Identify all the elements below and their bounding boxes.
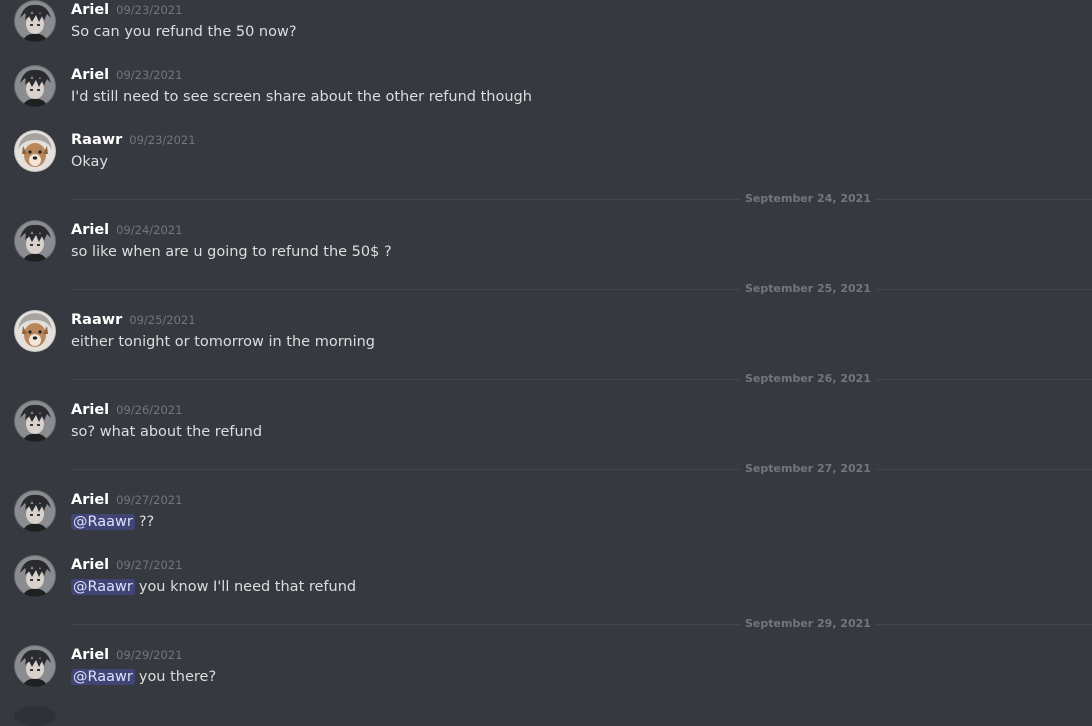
date-divider: September 24, 2021 [71, 193, 1092, 205]
message: Ariel 09/24/2021 so like when are u going… [0, 220, 1092, 278]
divider-line [71, 379, 1092, 380]
message-timestamp: 09/23/2021 [129, 133, 196, 147]
message-author[interactable]: Ariel 09/27/2021 [71, 556, 182, 574]
message-timestamp: 09/29/2021 [116, 648, 183, 662]
ariel-avatar-icon[interactable] [14, 220, 56, 262]
author-name[interactable]: Ariel [71, 647, 109, 663]
message: Ariel 09/26/2021 so? what about the refun… [0, 400, 1092, 458]
message-timestamp: 09/26/2021 [116, 403, 183, 417]
message-content: so like when are u going to refund the 5… [71, 244, 392, 260]
divider-date: September 25, 2021 [740, 283, 876, 295]
date-divider: September 29, 2021 [71, 618, 1092, 630]
message-author[interactable]: Ariel 09/24/2021 [71, 221, 182, 239]
message-text: Okay [71, 152, 108, 172]
message-timestamp: 09/27/2021 [116, 493, 183, 507]
message-content: I'd still need to see screen share about… [71, 89, 532, 105]
message-author[interactable]: Ariel 09/26/2021 [71, 401, 182, 419]
author-name[interactable]: Ariel [71, 222, 109, 238]
divider-date: September 26, 2021 [740, 373, 876, 385]
message-content: So can you refund the 50 now? [71, 24, 297, 40]
date-divider: September 25, 2021 [71, 283, 1092, 295]
message-text: @Raawr you there? [71, 667, 216, 687]
message-content: you there? [138, 669, 217, 685]
date-divider: September 27, 2021 [71, 463, 1092, 475]
author-name[interactable]: Ariel [71, 557, 109, 573]
message-author[interactable]: Ariel 09/23/2021 [71, 1, 182, 19]
message-timestamp: 09/23/2021 [116, 68, 183, 82]
message: Ariel 09/23/2021 I'd still need to see sc… [0, 65, 1092, 123]
message: Raawr 09/25/2021 either tonight or tomorr… [0, 310, 1092, 368]
author-name[interactable]: Ariel [71, 2, 109, 18]
divider-line [71, 199, 1092, 200]
message: Ariel 09/27/2021 @Raawr you know I'll need… [0, 555, 1092, 613]
message: Ariel 09/23/2021 So can you refund the 50… [0, 0, 1092, 58]
message-content: ?? [138, 514, 155, 530]
author-name[interactable]: Ariel [71, 402, 109, 418]
user-mention[interactable]: @Raawr [71, 514, 135, 530]
ariel-avatar-icon[interactable] [14, 65, 56, 107]
message-author[interactable]: Raawr 09/23/2021 [71, 131, 196, 149]
message-text: So can you refund the 50 now? [71, 22, 297, 42]
ariel-avatar-icon[interactable] [14, 645, 56, 687]
message-author[interactable]: Raawr 09/25/2021 [71, 311, 196, 329]
message-timestamp: 09/24/2021 [116, 223, 183, 237]
message-text: I'd still need to see screen share about… [71, 87, 532, 107]
message-content: so? what about the refund [71, 424, 263, 440]
ariel-avatar-icon[interactable] [14, 490, 56, 532]
author-name[interactable]: Raawr [71, 132, 122, 148]
message-text: @Raawr?? [71, 512, 154, 532]
chat-messages: Ariel 09/23/2021 So can you refund the 50… [0, 0, 1092, 726]
user-mention[interactable]: @Raawr [71, 579, 135, 595]
divider-line [71, 289, 1092, 290]
divider-date: September 27, 2021 [740, 463, 876, 475]
ariel-avatar-icon[interactable] [14, 400, 56, 442]
message-text: @Raawr you know I'll need that refund [71, 577, 356, 597]
divider-line [71, 624, 1092, 625]
next-message-avatar-icon [14, 706, 56, 726]
ariel-avatar-icon[interactable] [14, 0, 56, 42]
message-text: so like when are u going to refund the 5… [71, 242, 392, 262]
author-name[interactable]: Raawr [71, 312, 122, 328]
message-content: either tonight or tomorrow in the mornin… [71, 334, 376, 350]
ariel-avatar-icon[interactable] [14, 555, 56, 597]
divider-line [71, 469, 1092, 470]
message-timestamp: 09/23/2021 [116, 3, 183, 17]
raawr-avatar-icon[interactable] [14, 130, 56, 172]
message-author[interactable]: Ariel 09/23/2021 [71, 66, 182, 84]
divider-date: September 24, 2021 [740, 193, 876, 205]
message-text: so? what about the refund [71, 422, 262, 442]
message-timestamp: 09/27/2021 [116, 558, 183, 572]
author-name[interactable]: Ariel [71, 67, 109, 83]
message-author[interactable]: Ariel 09/29/2021 [71, 646, 182, 664]
message-timestamp: 09/25/2021 [129, 313, 196, 327]
message-text: either tonight or tomorrow in the mornin… [71, 332, 375, 352]
message: Ariel 09/27/2021 @Raawr?? [0, 490, 1092, 548]
message-author[interactable]: Ariel 09/27/2021 [71, 491, 182, 509]
message-content: Okay [71, 154, 109, 170]
author-name[interactable]: Ariel [71, 492, 109, 508]
date-divider: September 26, 2021 [71, 373, 1092, 385]
message: Raawr 09/23/2021 Okay [0, 130, 1092, 188]
message: Ariel 09/29/2021 @Raawr you there? [0, 645, 1092, 703]
message-content: you know I'll need that refund [138, 579, 357, 595]
divider-date: September 29, 2021 [740, 618, 876, 630]
raawr-avatar-icon[interactable] [14, 310, 56, 352]
user-mention[interactable]: @Raawr [71, 669, 135, 685]
